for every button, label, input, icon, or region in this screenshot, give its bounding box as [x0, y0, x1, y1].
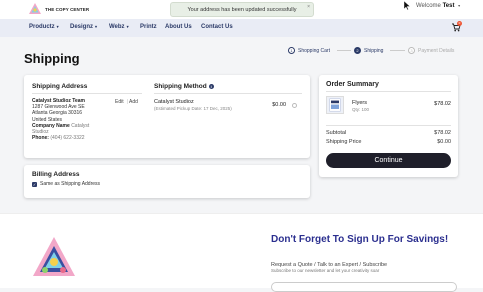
mouse-cursor-icon [404, 1, 410, 10]
nav-item-printz[interactable]: Printz [140, 24, 157, 30]
nav-label: Designz [70, 24, 94, 30]
chevron-down-icon: ▾ [126, 24, 129, 29]
shipping-card: Shipping Address Edit | Add Catalyst Stu… [24, 75, 310, 158]
user-name: Test [442, 3, 455, 9]
divider [326, 125, 451, 126]
subtotal-row: Subtotal $78.02 [326, 130, 451, 136]
same-as-shipping-label: Same as Shipping Address [40, 181, 101, 187]
footer: Don't Forget To Sign Up For Savings! Req… [0, 213, 483, 292]
divider [154, 93, 302, 94]
shipping-price-row: Shipping Price $0.00 [326, 139, 451, 145]
nav-item-about-us[interactable]: About Us [165, 24, 192, 30]
newsletter-description: Subscribe to our newsletter and let your… [271, 268, 380, 273]
step-label: Shopping Cart [298, 47, 330, 54]
item-price: $78.02 [434, 101, 451, 107]
chevron-down-icon: ▾ [458, 3, 461, 8]
step-label: Payment Details [418, 47, 455, 54]
step-shopping-cart[interactable]: 1 Shopping Cart [288, 47, 330, 54]
subtotal-label: Subtotal [326, 130, 347, 136]
cart-count-badge: 0 [457, 21, 462, 26]
address-block: Catalyst Studioz Team 1287 Glenwood Ave … [32, 98, 112, 141]
order-summary-title: Order Summary [326, 81, 379, 88]
brand-logo[interactable]: THE COPY CENTER [28, 2, 89, 16]
subtotal-value: $78.02 [434, 130, 451, 136]
newsletter-title: Don't Forget To Sign Up For Savings! [271, 234, 449, 245]
step-payment-details: 3 Payment Details [408, 47, 454, 54]
logo-icon [29, 3, 41, 14]
edit-address-link[interactable]: Edit [115, 99, 124, 105]
step-number: 3 [408, 47, 415, 54]
add-address-link[interactable]: Add [129, 99, 138, 105]
shipping-method-radio[interactable] [292, 103, 297, 108]
phone-value: (404) 622-3322 [50, 135, 85, 142]
shipping-method-title-text: Shipping Method [154, 83, 207, 90]
nav-item-webz[interactable]: Webz ▾ [109, 24, 129, 30]
main-nav: Productz ▾ Designz ▾ Webz ▾ Printz About Us… [0, 19, 483, 37]
footer-logo [33, 237, 75, 276]
chevron-down-icon: ▾ [95, 24, 98, 29]
billing-address-title: Billing Address [32, 171, 80, 178]
same-as-shipping-checkbox[interactable]: ✓ [32, 182, 37, 187]
step-number: 1 [288, 47, 295, 54]
item-quantity: Qty: 100 [352, 107, 370, 112]
nav-label: Webz [109, 24, 125, 30]
company-label: Company Name [32, 122, 70, 129]
nav-label: Printz [140, 24, 157, 30]
chevron-down-icon: ▾ [56, 24, 59, 29]
page-title: Shipping [24, 51, 80, 66]
shipping-price-label: Shipping Price [326, 139, 362, 145]
shipping-price-value: $0.00 [437, 139, 451, 145]
billing-card: Billing Address ✓ Same as Shipping Addre… [24, 165, 310, 198]
divider [32, 93, 142, 94]
info-icon[interactable]: i [208, 83, 214, 89]
item-name: Flyers [352, 100, 367, 106]
step-connector [390, 50, 405, 51]
shipping-method-title: Shipping Method i [154, 83, 214, 90]
step-shipping: 2 Shipping [354, 47, 383, 54]
nav-label: Contact Us [201, 24, 233, 30]
step-connector [337, 50, 351, 51]
user-menu[interactable]: Welcome Test ▾ [416, 3, 460, 9]
close-icon[interactable]: × [307, 4, 310, 10]
shipping-method-price: $0.00 [272, 102, 286, 108]
brand-name: THE COPY CENTER [45, 6, 90, 12]
step-label: Shipping [364, 47, 384, 54]
continue-button[interactable]: Continue [326, 153, 451, 168]
shipping-method-name: Catalyst Studioz [154, 99, 194, 105]
phone-label: Phone [32, 135, 48, 142]
company-value: Catalyst [71, 122, 90, 129]
nav-item-contact-us[interactable]: Contact Us [201, 24, 233, 30]
welcome-text: Welcome [416, 3, 441, 9]
toast-message: Your address has been updated successful… [187, 6, 297, 13]
order-summary-card: Order Summary Flyers Qty: 100 $78.02 Sub… [319, 75, 458, 177]
nav-item-productz[interactable]: Productz ▾ [29, 24, 59, 30]
product-thumbnail [326, 96, 344, 114]
pickup-date: (Estimated Pickup Date: 17 Dec, 2025) [154, 106, 232, 111]
step-number: 2 [354, 47, 361, 54]
nav-item-designz[interactable]: Designz ▾ [70, 24, 97, 30]
shipping-address-title: Shipping Address [32, 83, 88, 90]
divider [326, 91, 451, 92]
success-toast: Your address has been updated successful… [170, 2, 314, 17]
nav-label: Productz [29, 24, 55, 30]
nav-label: About Us [165, 24, 192, 30]
top-header: THE COPY CENTER Your address has been up… [0, 0, 483, 19]
newsletter-email-input[interactable] [271, 282, 457, 292]
